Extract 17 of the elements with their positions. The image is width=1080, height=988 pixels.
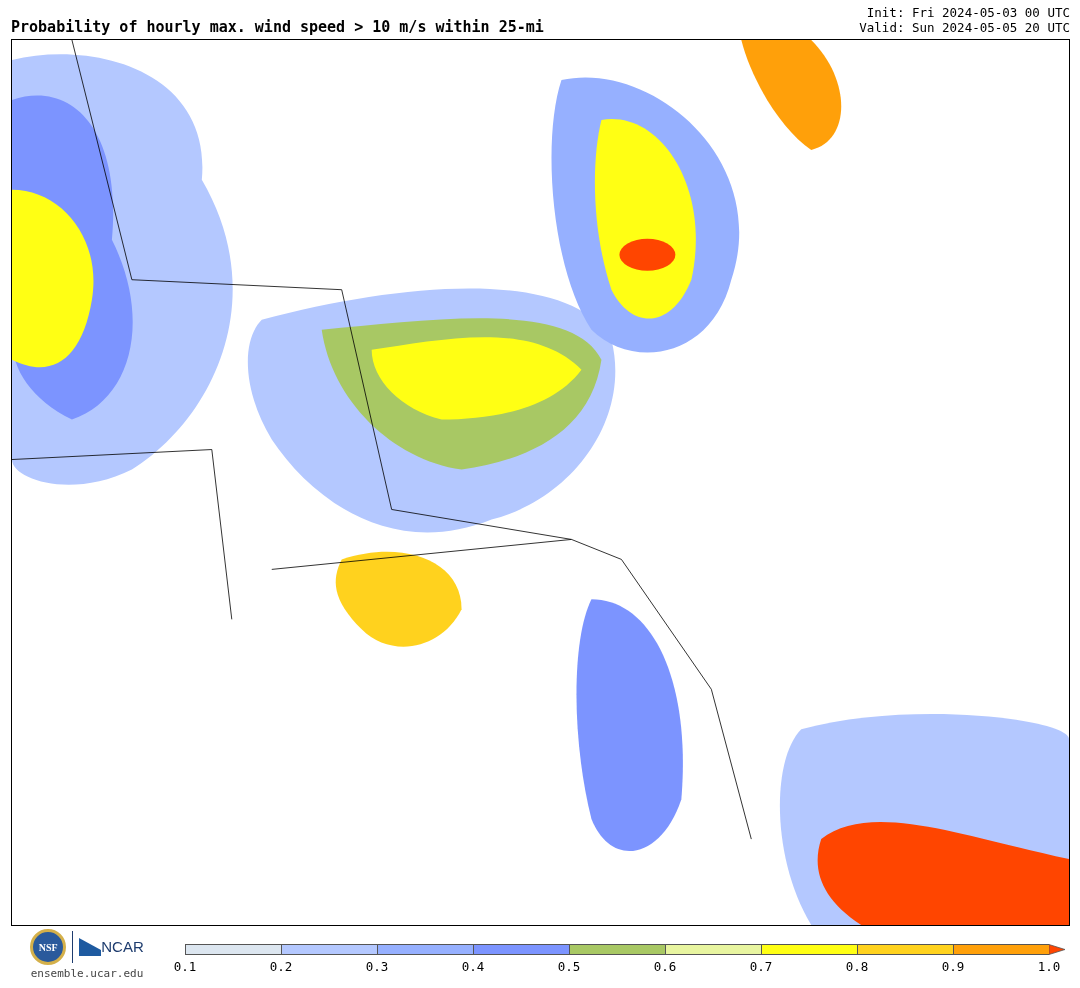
ncar-logo: NCAR [101, 936, 144, 957]
colorbar-tick-label: 1.0 [1037, 961, 1061, 974]
nsf-logo: NSF [30, 929, 67, 965]
colorbar-tick-label: 0.1 [173, 961, 197, 974]
map-title: Probability of hourly max. wind speed > 10 m/s within 25-mi [11, 20, 544, 35]
colorbar-tick-label: 0.7 [749, 961, 773, 974]
colorbar-tick-label: 0.2 [269, 961, 293, 974]
valid-time: Valid: Sun 2024-05-05 20 UTC [859, 20, 1070, 35]
colorbar-tick-label: 0.4 [461, 961, 485, 974]
website-url: ensemble.ucar.edu [30, 966, 144, 982]
init-time: Init: Fri 2024-05-03 00 UTC [866, 5, 1070, 20]
colorbar-tick-label: 0.3 [365, 961, 389, 974]
colorbar-tick-label: 0.8 [845, 961, 869, 974]
colorbar-tick-label: 0.5 [557, 961, 581, 974]
colorbar-tick-label: 0.9 [941, 961, 965, 974]
ncar-logo-icon [79, 938, 102, 956]
colorbar-tick-label: 0.6 [653, 961, 677, 974]
